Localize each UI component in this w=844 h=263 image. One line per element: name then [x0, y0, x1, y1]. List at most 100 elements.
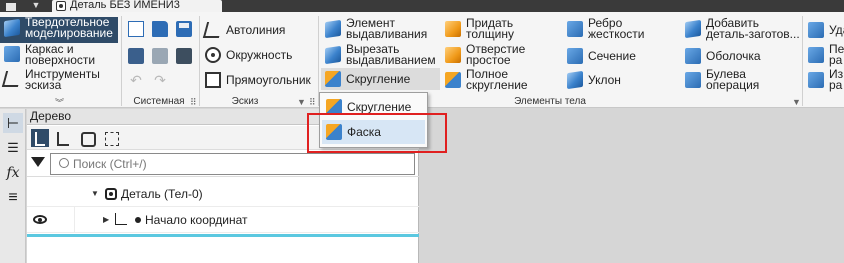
thicken-label: Придать толщину: [466, 16, 514, 41]
variables-panel-button[interactable]: fx: [3, 163, 23, 183]
filter-icon[interactable]: [31, 157, 45, 167]
highlight-box: [307, 113, 447, 153]
redo-button[interactable]: ↷: [152, 72, 173, 88]
section-label: Сечение: [588, 49, 636, 63]
group-grip-icon[interactable]: ⠿: [309, 97, 316, 107]
clipped-button-1[interactable]: Уда: [808, 22, 844, 38]
add-blank-icon: [685, 19, 701, 39]
autoline-label: Автолиния: [226, 23, 286, 37]
autoline-icon: [202, 22, 224, 38]
tree-hierarchy-icon[interactable]: [54, 129, 72, 147]
cut-extrude-label: Вырезать выдавливанием: [346, 42, 436, 67]
group-grip-icon[interactable]: ⠿: [190, 97, 197, 107]
expand-icon[interactable]: ▶: [103, 215, 109, 224]
sketch-dropdown-icon[interactable]: ▼: [297, 97, 306, 107]
properties-button[interactable]: [152, 48, 173, 64]
left-panel-toolbar: ⊢ ☰ fx ≡: [0, 109, 26, 263]
mode-solid-modeling[interactable]: Твердотельное моделирование: [0, 16, 118, 43]
boolean-button[interactable]: Булева операция: [685, 68, 759, 91]
fx-icon: fx: [6, 165, 20, 181]
shell-button[interactable]: Оболочка: [685, 48, 761, 64]
search-box[interactable]: [50, 153, 415, 175]
open-button[interactable]: [152, 21, 173, 37]
rectangle-label: Прямоугольник: [226, 73, 311, 87]
tree-node-label: Деталь (Тел-0): [121, 187, 203, 201]
extrude-icon: [325, 19, 341, 39]
full-fillet-button[interactable]: Полное скругление: [445, 67, 528, 92]
save-button[interactable]: [176, 21, 197, 37]
hole-label: Отверстие простое: [466, 42, 526, 67]
tree-structure-icon[interactable]: [31, 129, 49, 147]
part-doc-icon: [56, 1, 66, 11]
tree-components-icon[interactable]: [78, 129, 96, 147]
chevron-down-icon[interactable]: ▼: [28, 0, 44, 12]
group-label-sketch: Эскиз: [231, 96, 259, 107]
mode-wireframe-surfaces[interactable]: Каркас и поверхности: [0, 43, 118, 68]
section-icon: [567, 48, 583, 64]
expand-modes-icon[interactable]: ︾: [55, 96, 64, 109]
cut-extrude-icon: [325, 45, 341, 65]
draft-button[interactable]: Уклон: [567, 70, 621, 90]
draft-icon: [567, 70, 583, 90]
fillet-button[interactable]: Скругление: [321, 68, 440, 90]
hole-icon: [445, 47, 461, 63]
clipped-label-3: Из ра: [829, 67, 844, 92]
document-tab[interactable]: Деталь БЕЗ ИМЕНИ3: [52, 0, 222, 12]
rib-button[interactable]: Ребро жесткости: [567, 16, 645, 41]
circle-icon: [205, 47, 221, 63]
tree-select-icon[interactable]: [102, 129, 120, 147]
tree-node-label: Начало координат: [145, 213, 248, 227]
search-input[interactable]: [73, 156, 403, 172]
layers-panel-button[interactable]: ≡: [3, 188, 23, 208]
redo-icon: ↷: [154, 72, 166, 88]
full-fillet-icon: [445, 72, 461, 88]
save-icon: [176, 21, 192, 37]
group-divider: [199, 16, 200, 106]
mode-sketch-tools[interactable]: Инструменты эскиза: [0, 68, 118, 93]
draft-label: Уклон: [588, 73, 621, 87]
add-blank-button[interactable]: Добавить деталь-заготов...: [685, 16, 800, 41]
new-doc-button[interactable]: [128, 21, 149, 37]
thicken-icon: [445, 21, 461, 37]
collapse-icon[interactable]: ▼: [91, 189, 99, 198]
undo-button[interactable]: ↶: [128, 72, 149, 88]
printer-icon: [128, 48, 144, 64]
section-button[interactable]: Сечение: [567, 48, 636, 64]
shell-label: Оболочка: [706, 49, 761, 63]
cut-extrude-button[interactable]: Вырезать выдавливанием: [325, 42, 436, 67]
wireframe-icon: [4, 46, 20, 62]
part-icon: [105, 188, 117, 200]
rib-icon: [567, 21, 583, 37]
settings-button[interactable]: [176, 48, 197, 64]
extrude-label: Элемент выдавливания: [346, 16, 428, 41]
group-divider: [121, 16, 122, 106]
sketch-tools-icon: [1, 71, 23, 87]
rib-label: Ребро жесткости: [588, 16, 645, 41]
eye-icon[interactable]: [33, 215, 47, 224]
print-button[interactable]: [128, 48, 149, 64]
full-fillet-label: Полное скругление: [466, 67, 528, 92]
group-label-body: Элементы тела: [514, 96, 586, 107]
autoline-button[interactable]: Автолиния: [202, 22, 286, 38]
tree-row[interactable]: ▼ Деталь (Тел-0): [27, 181, 419, 207]
model-viewport[interactable]: [420, 109, 844, 263]
extrude-button[interactable]: Элемент выдавливания: [325, 16, 428, 41]
undo-icon: ↶: [130, 72, 142, 88]
tree-panel-button[interactable]: ⊢: [3, 113, 23, 133]
folder-icon: [152, 21, 168, 37]
rectangle-button[interactable]: Прямоугольник: [205, 72, 311, 88]
properties-panel-button[interactable]: ☰: [3, 138, 23, 158]
boolean-icon: [685, 72, 701, 88]
clipped-button-2[interactable]: Пе ра: [808, 43, 844, 66]
clipped-button-3[interactable]: Из ра: [808, 67, 844, 92]
body-dropdown-icon[interactable]: ▼: [792, 97, 801, 107]
home-icon[interactable]: [4, 0, 18, 12]
tree-row[interactable]: ▶ Начало координат: [27, 207, 419, 233]
group-label-system: Системная: [133, 96, 185, 107]
add-blank-label: Добавить деталь-заготов...: [706, 16, 800, 41]
thicken-button[interactable]: Придать толщину: [445, 16, 514, 41]
tree-search-bar: [27, 151, 419, 177]
circle-button[interactable]: Окружность: [205, 47, 292, 63]
hole-button[interactable]: Отверстие простое: [445, 42, 526, 67]
circle-label: Окружность: [226, 48, 293, 62]
